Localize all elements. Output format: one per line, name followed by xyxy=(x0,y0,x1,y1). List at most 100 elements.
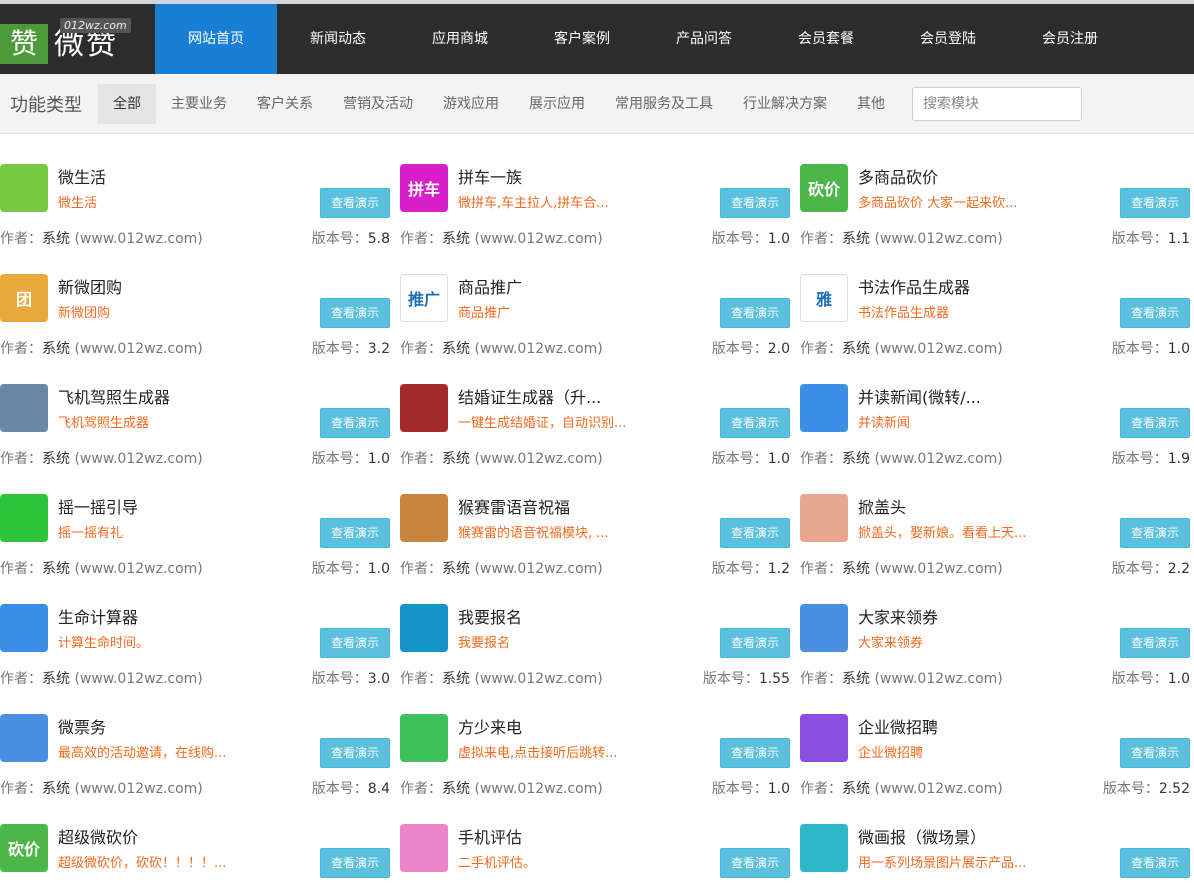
view-demo-button[interactable]: 查看演示 xyxy=(720,738,790,768)
app-desc: 最高效的活动邀请，在线购... xyxy=(58,746,227,761)
cup-icon[interactable] xyxy=(0,164,48,212)
news-search-icon[interactable] xyxy=(800,384,848,432)
app-desc: 商品推广 xyxy=(458,306,511,321)
carpool-icon[interactable]: 拼车 xyxy=(400,164,448,212)
filter-title: 功能类型 xyxy=(10,94,82,116)
app-desc: 微生活 xyxy=(58,196,98,211)
app-card: 大家来领券 大家来领券 查看演示 作者：系统 (www.012wz.com) 版本号：1… xyxy=(800,574,1190,687)
shake-phone-icon[interactable] xyxy=(0,494,48,542)
monkey-icon[interactable] xyxy=(400,494,448,542)
view-demo-button[interactable]: 查看演示 xyxy=(720,408,790,438)
app-name[interactable]: 摇一摇引导 xyxy=(58,494,138,518)
nav-item-plans[interactable]: 会员套餐 xyxy=(765,4,887,74)
app-name[interactable]: 猴赛雷语音祝福 xyxy=(458,494,570,518)
app-card: 微画报（微场景）用一系列场景图片展示产品...查看演示作者：系统 (www.01… xyxy=(800,794,1190,889)
nav-item-news[interactable]: 新闻动态 xyxy=(277,4,399,74)
view-demo-button[interactable]: 查看演示 xyxy=(720,518,790,548)
view-demo-button[interactable]: 查看演示 xyxy=(720,628,790,658)
app-desc: 我要报名 xyxy=(458,636,511,651)
app-name[interactable]: 掀盖头 xyxy=(858,494,906,518)
ticket-icon[interactable] xyxy=(0,714,48,762)
view-demo-button[interactable]: 查看演示 xyxy=(1120,628,1190,658)
group-buy-icon[interactable]: 团 xyxy=(0,274,48,322)
coupon-icon[interactable] xyxy=(800,604,848,652)
filter-marketing[interactable]: 营销及活动 xyxy=(328,84,428,124)
app-desc: 超级微砍价，砍砍！！！！... xyxy=(58,856,227,871)
app-name[interactable]: 手机评估 xyxy=(458,824,522,848)
recruit-icon[interactable] xyxy=(800,714,848,762)
app-desc: 摇一摇有礼 xyxy=(58,526,124,541)
wallet-icon[interactable] xyxy=(800,824,848,872)
site-logo[interactable]: 赞 微赞 012wz.com xyxy=(0,4,155,74)
app-name[interactable]: 我要报名 xyxy=(458,604,522,628)
app-card: 掀盖头 掀盖头，娶新娘。看看上天... 查看演示 作者：系统 (www.012wz.c… xyxy=(800,464,1190,577)
pilot-badge-icon[interactable] xyxy=(0,384,48,432)
search-input[interactable] xyxy=(912,86,1082,121)
nav-item-login[interactable]: 会员登陆 xyxy=(887,4,1009,74)
nav-item-store[interactable]: 应用商城 xyxy=(399,4,521,74)
app-name[interactable]: 飞机驾照生成器 xyxy=(58,384,170,408)
bargain-icon[interactable]: 砍价 xyxy=(800,164,848,212)
view-demo-button[interactable]: 查看演示 xyxy=(320,298,390,328)
calligraphy-icon[interactable]: 雅 xyxy=(800,274,848,322)
bargain-icon[interactable]: 砍价 xyxy=(0,824,48,872)
view-demo-button[interactable]: 查看演示 xyxy=(320,518,390,548)
phone-icon[interactable] xyxy=(400,714,448,762)
app-card: 团新微团购 新微团购 查看演示 作者：系统 (www.012wz.com) 版本号：3.… xyxy=(0,244,390,357)
view-demo-button[interactable]: 查看演示 xyxy=(320,738,390,768)
app-name[interactable]: 拼车一族 xyxy=(458,164,522,188)
view-demo-button[interactable]: 查看演示 xyxy=(1120,408,1190,438)
view-demo-button[interactable]: 查看演示 xyxy=(1120,518,1190,548)
app-name[interactable]: 方少来电 xyxy=(458,714,522,738)
app-desc: 书法作品生成器 xyxy=(858,306,950,321)
view-demo-button[interactable]: 查看演示 xyxy=(1120,298,1190,328)
view-demo-button[interactable]: 查看演示 xyxy=(320,188,390,218)
view-demo-button[interactable]: 查看演示 xyxy=(320,848,390,878)
app-name[interactable]: 微画报（微场景） xyxy=(858,824,986,848)
app-name[interactable]: 超级微砍价 xyxy=(58,824,138,848)
filter-games[interactable]: 游戏应用 xyxy=(428,84,514,124)
view-demo-button[interactable]: 查看演示 xyxy=(320,408,390,438)
app-name[interactable]: 大家来领券 xyxy=(858,604,938,628)
app-name[interactable]: 多商品砍价 xyxy=(858,164,938,188)
view-demo-button[interactable]: 查看演示 xyxy=(1120,738,1190,768)
app-name[interactable]: 微生活 xyxy=(58,164,106,188)
filter-tools[interactable]: 常用服务及工具 xyxy=(600,84,728,124)
app-card: 微生活 微生活 查看演示 作者：系统 (www.012wz.com) 版本号：5.8 xyxy=(0,134,390,247)
app-name[interactable]: 企业微招聘 xyxy=(858,714,938,738)
view-demo-button[interactable]: 查看演示 xyxy=(1120,848,1190,878)
filter-all[interactable]: 全部 xyxy=(98,83,156,124)
phone-eval-icon[interactable] xyxy=(400,824,448,872)
app-name[interactable]: 生命计算器 xyxy=(58,604,138,628)
nav-item-register[interactable]: 会员注册 xyxy=(1009,4,1131,74)
app-name[interactable]: 结婚证生成器（升... xyxy=(458,384,601,408)
app-name[interactable]: 微票务 xyxy=(58,714,106,738)
filter-industry[interactable]: 行业解决方案 xyxy=(728,84,842,124)
view-demo-button[interactable]: 查看演示 xyxy=(720,298,790,328)
app-name[interactable]: 商品推广 xyxy=(458,274,522,298)
app-name[interactable]: 书法作品生成器 xyxy=(858,274,970,298)
app-desc: 计算生命时间。 xyxy=(58,636,150,651)
pencil-icon[interactable] xyxy=(400,604,448,652)
view-demo-button[interactable]: 查看演示 xyxy=(320,628,390,658)
marriage-cert-icon[interactable] xyxy=(400,384,448,432)
bride-face-icon[interactable] xyxy=(800,494,848,542)
nav-item-home[interactable]: 网站首页 xyxy=(155,4,277,74)
app-desc: 二手机评估。 xyxy=(458,856,537,871)
app-name[interactable]: 新微团购 xyxy=(58,274,122,298)
filter-showcase[interactable]: 展示应用 xyxy=(514,84,600,124)
nav-item-cases[interactable]: 客户案例 xyxy=(521,4,643,74)
app-card: 并读新闻(微转/... 并读新闻 查看演示 作者：系统 (www.012wz.com)… xyxy=(800,354,1190,467)
promote-icon[interactable]: 推广 xyxy=(400,274,448,322)
view-demo-button[interactable]: 查看演示 xyxy=(720,188,790,218)
calculator-icon[interactable] xyxy=(0,604,48,652)
view-demo-button[interactable]: 查看演示 xyxy=(1120,188,1190,218)
app-name[interactable]: 并读新闻(微转/... xyxy=(858,384,981,408)
app-card: 方少来电 虚拟来电,点击接听后跳转... 查看演示 作者：系统 (www.012wz.… xyxy=(400,684,790,797)
filter-other[interactable]: 其他 xyxy=(842,84,900,124)
nav-item-faq[interactable]: 产品问答 xyxy=(643,4,765,74)
filter-customer-relations[interactable]: 客户关系 xyxy=(242,84,328,124)
app-card: 我要报名 我要报名 查看演示 作者：系统 (www.012wz.com) 版本号：1.5… xyxy=(400,574,790,687)
view-demo-button[interactable]: 查看演示 xyxy=(720,848,790,878)
filter-main-business[interactable]: 主要业务 xyxy=(156,84,242,124)
